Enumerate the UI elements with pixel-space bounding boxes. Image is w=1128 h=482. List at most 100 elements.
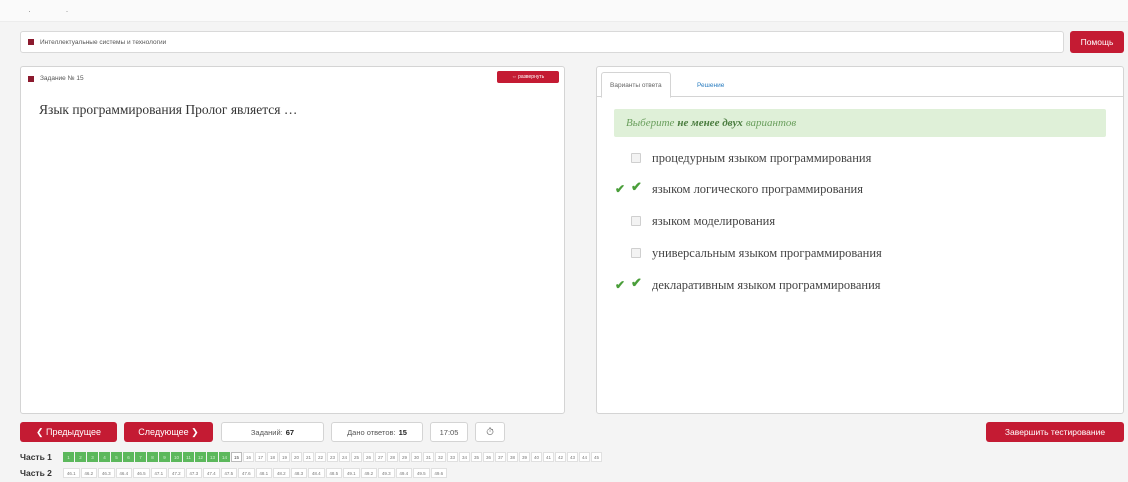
question-cell-27[interactable]: 27 — [375, 452, 386, 462]
question-cell-38[interactable]: 38 — [507, 452, 518, 462]
question-cell-21[interactable]: 21 — [303, 452, 314, 462]
answer-option[interactable]: процедурным языком программирования — [615, 148, 871, 168]
checkmark-icon: ✔ — [631, 179, 642, 194]
option-checkbox[interactable] — [631, 216, 641, 226]
question-cell-46.4[interactable]: 46.4 — [115, 468, 132, 478]
part-2-row: Часть 2 46.1 46.2 46.3 46.4 46.5 47.1 47.2 47.3… — [20, 468, 448, 478]
question-cell-47.1[interactable]: 47.1 — [150, 468, 167, 478]
question-number: Задание № 15 — [40, 75, 84, 82]
question-cell-47.2[interactable]: 47.2 — [168, 468, 185, 478]
question-cell-32[interactable]: 32 — [435, 452, 446, 462]
option-checkbox[interactable]: ✔ — [631, 179, 642, 194]
answer-option[interactable]: ✔ ✔ языком логического программирования — [615, 179, 863, 199]
question-cell-10[interactable]: 10 — [171, 452, 182, 462]
question-cell-49.5[interactable]: 49.5 — [413, 468, 430, 478]
tab-answer-options[interactable]: Варианты ответа — [601, 72, 671, 98]
question-cell-18[interactable]: 18 — [267, 452, 278, 462]
question-cell-28[interactable]: 28 — [387, 452, 398, 462]
question-cell-33[interactable]: 33 — [447, 452, 458, 462]
question-cell-39[interactable]: 39 — [519, 452, 530, 462]
option-checkbox[interactable]: ✔ — [631, 275, 642, 290]
question-cell-29[interactable]: 29 — [399, 452, 410, 462]
next-button[interactable]: Следующее ❯ — [124, 422, 213, 442]
question-cell-48.3[interactable]: 48.3 — [290, 468, 307, 478]
question-cell-46.5[interactable]: 46.5 — [133, 468, 150, 478]
answer-tabs: Варианты ответа Решение — [597, 67, 1123, 98]
answer-option[interactable]: ✔ ✔ декларативным языком программировани… — [615, 275, 881, 295]
question-cell-41[interactable]: 41 — [543, 452, 554, 462]
question-cell-42[interactable]: 42 — [555, 452, 566, 462]
question-cell-47.3[interactable]: 47.3 — [185, 468, 202, 478]
tab-solution[interactable]: Решение — [689, 72, 732, 98]
question-cell-43[interactable]: 43 — [567, 452, 578, 462]
question-cell-40[interactable]: 40 — [531, 452, 542, 462]
question-cell-14[interactable]: 14 — [219, 452, 230, 462]
question-cell-34[interactable]: 34 — [459, 452, 470, 462]
question-cell-49.1[interactable]: 49.1 — [343, 468, 360, 478]
prev-button[interactable]: ❮ Предыдущее — [20, 422, 117, 442]
question-cell-9[interactable]: 9 — [159, 452, 170, 462]
question-cell-7[interactable]: 7 — [135, 452, 146, 462]
question-cell-4[interactable]: 4 — [99, 452, 110, 462]
question-cell-31[interactable]: 31 — [423, 452, 434, 462]
question-cell-13[interactable]: 13 — [207, 452, 218, 462]
question-cell-46.2[interactable]: 46.2 — [80, 468, 97, 478]
question-cell-17[interactable]: 17 — [255, 452, 266, 462]
question-cell-36[interactable]: 36 — [483, 452, 494, 462]
option-label: процедурным языком программирования — [652, 150, 872, 165]
finish-test-button[interactable]: Завершить тестирование — [986, 422, 1124, 442]
option-label: декларативным языком программирования — [652, 277, 881, 292]
question-cell-20[interactable]: 20 — [291, 452, 302, 462]
question-cell-49.6[interactable]: 49.6 — [430, 468, 447, 478]
course-title: Интеллектуальные системы и технологии — [40, 38, 167, 46]
question-cell-48.2[interactable]: 48.2 — [273, 468, 290, 478]
question-cell-44[interactable]: 44 — [579, 452, 590, 462]
question-cell-48.4[interactable]: 48.4 — [308, 468, 325, 478]
question-cell-48.1[interactable]: 48.1 — [255, 468, 272, 478]
correct-mark-icon: ✔ — [615, 182, 626, 196]
question-cell-30[interactable]: 30 — [411, 452, 422, 462]
clock-icon[interactable]: ⏱ — [475, 422, 505, 442]
question-cell-37[interactable]: 37 — [495, 452, 506, 462]
help-button[interactable]: Помощь — [1070, 31, 1124, 53]
tasks-label: Заданий: — [250, 427, 283, 437]
option-checkbox[interactable] — [631, 248, 641, 258]
question-cell-2[interactable]: 2 — [75, 452, 86, 462]
expand-button[interactable]: ⇔ развернуть — [497, 71, 559, 83]
question-cell-25[interactable]: 25 — [351, 452, 362, 462]
question-cell-26[interactable]: 26 — [363, 452, 374, 462]
question-cell-6[interactable]: 6 — [123, 452, 134, 462]
question-cell-48.5[interactable]: 48.5 — [325, 468, 342, 478]
answer-panel: Варианты ответа Решение Выберите не мене… — [596, 66, 1124, 414]
question-cell-8[interactable]: 8 — [147, 452, 158, 462]
question-cell-1[interactable]: 1 — [63, 452, 74, 462]
question-cell-16[interactable]: 16 — [243, 452, 254, 462]
answer-option[interactable]: универсальным языком программирования — [615, 243, 882, 263]
question-cell-49.4[interactable]: 49.4 — [395, 468, 412, 478]
part-1-row: Часть 1 1 2 3 4 5 6 7 8 9 10 11 12 13 14 15 16 17 18 19 20 2… — [20, 452, 603, 462]
question-cell-47.4[interactable]: 47.4 — [203, 468, 220, 478]
question-cell-47.6[interactable]: 47.6 — [238, 468, 255, 478]
question-cell-3[interactable]: 3 — [87, 452, 98, 462]
course-square-icon — [28, 39, 34, 45]
question-cell-24[interactable]: 24 — [339, 452, 350, 462]
tasks-counter: Заданий: 67 — [221, 422, 324, 442]
question-cell-46.3[interactable]: 46.3 — [98, 468, 115, 478]
question-cell-46.1[interactable]: 46.1 — [63, 468, 80, 478]
answer-option[interactable]: языком моделирования — [615, 211, 775, 231]
question-cell-23[interactable]: 23 — [327, 452, 338, 462]
question-cell-19[interactable]: 19 — [279, 452, 290, 462]
question-cell-11[interactable]: 11 — [183, 452, 194, 462]
question-cell-49.2[interactable]: 49.2 — [360, 468, 377, 478]
question-cell-15[interactable]: 15 — [231, 452, 242, 462]
question-cell-49.3[interactable]: 49.3 — [378, 468, 395, 478]
question-cell-35[interactable]: 35 — [471, 452, 482, 462]
question-text: Язык программирования Пролог является … — [39, 102, 298, 117]
question-cell-45[interactable]: 45 — [591, 452, 602, 462]
option-checkbox[interactable] — [631, 153, 641, 163]
question-cell-22[interactable]: 22 — [315, 452, 326, 462]
question-cell-47.5[interactable]: 47.5 — [220, 468, 237, 478]
question-cell-12[interactable]: 12 — [195, 452, 206, 462]
hint-before: Выберите — [626, 117, 675, 129]
question-cell-5[interactable]: 5 — [111, 452, 122, 462]
